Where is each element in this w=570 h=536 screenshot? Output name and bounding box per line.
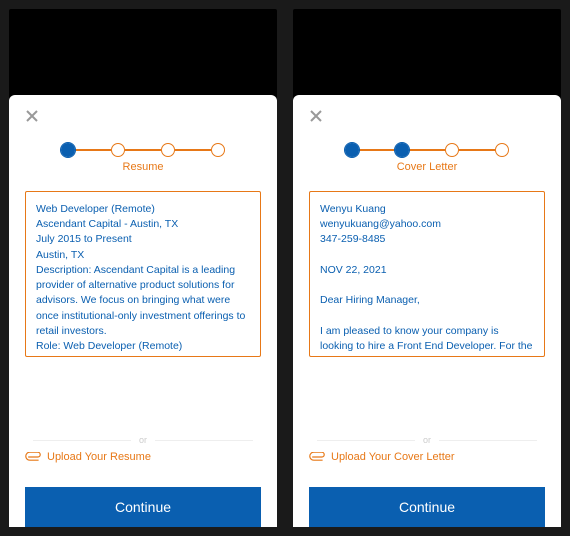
upload-label: Upload Your Resume: [47, 451, 151, 463]
stepper: [309, 143, 545, 157]
step-label: Cover Letter: [309, 161, 545, 173]
step-dot-4[interactable]: [211, 143, 225, 157]
step-dot-2[interactable]: [395, 143, 409, 157]
stepper: [25, 143, 261, 157]
step-dot-3[interactable]: [445, 143, 459, 157]
step-line: [409, 149, 445, 151]
upload-coverletter-link[interactable]: Upload Your Cover Letter: [309, 451, 545, 463]
step-label: Resume: [25, 161, 261, 173]
step-line: [359, 149, 395, 151]
phone-right: Cover Letter Wenyu Kuang wenyukuang@yaho…: [293, 9, 561, 527]
step-dot-4[interactable]: [495, 143, 509, 157]
step-dot-1[interactable]: [61, 143, 75, 157]
close-button[interactable]: [309, 109, 323, 123]
coverletter-textarea[interactable]: Wenyu Kuang wenyukuang@yahoo.com 347-259…: [309, 191, 545, 357]
or-divider: or: [25, 435, 261, 445]
continue-button[interactable]: Continue: [309, 487, 545, 527]
step-line: [459, 149, 495, 151]
close-button[interactable]: [25, 109, 39, 123]
continue-button[interactable]: Continue: [25, 487, 261, 527]
step-dot-1[interactable]: [345, 143, 359, 157]
step-dot-2[interactable]: [111, 143, 125, 157]
or-divider: or: [309, 435, 545, 445]
phone-left: Resume Web Developer (Remote) Ascendant …: [9, 9, 277, 527]
card-resume: Resume Web Developer (Remote) Ascendant …: [9, 95, 277, 527]
card-coverletter: Cover Letter Wenyu Kuang wenyukuang@yaho…: [293, 95, 561, 527]
close-icon: [309, 109, 323, 123]
step-line: [125, 149, 161, 151]
step-line: [175, 149, 211, 151]
upload-resume-link[interactable]: Upload Your Resume: [25, 451, 261, 463]
step-dot-3[interactable]: [161, 143, 175, 157]
close-icon: [25, 109, 39, 123]
attachment-icon: [309, 452, 325, 462]
step-line: [75, 149, 111, 151]
resume-textarea[interactable]: Web Developer (Remote) Ascendant Capital…: [25, 191, 261, 357]
upload-label: Upload Your Cover Letter: [331, 451, 455, 463]
attachment-icon: [25, 452, 41, 462]
